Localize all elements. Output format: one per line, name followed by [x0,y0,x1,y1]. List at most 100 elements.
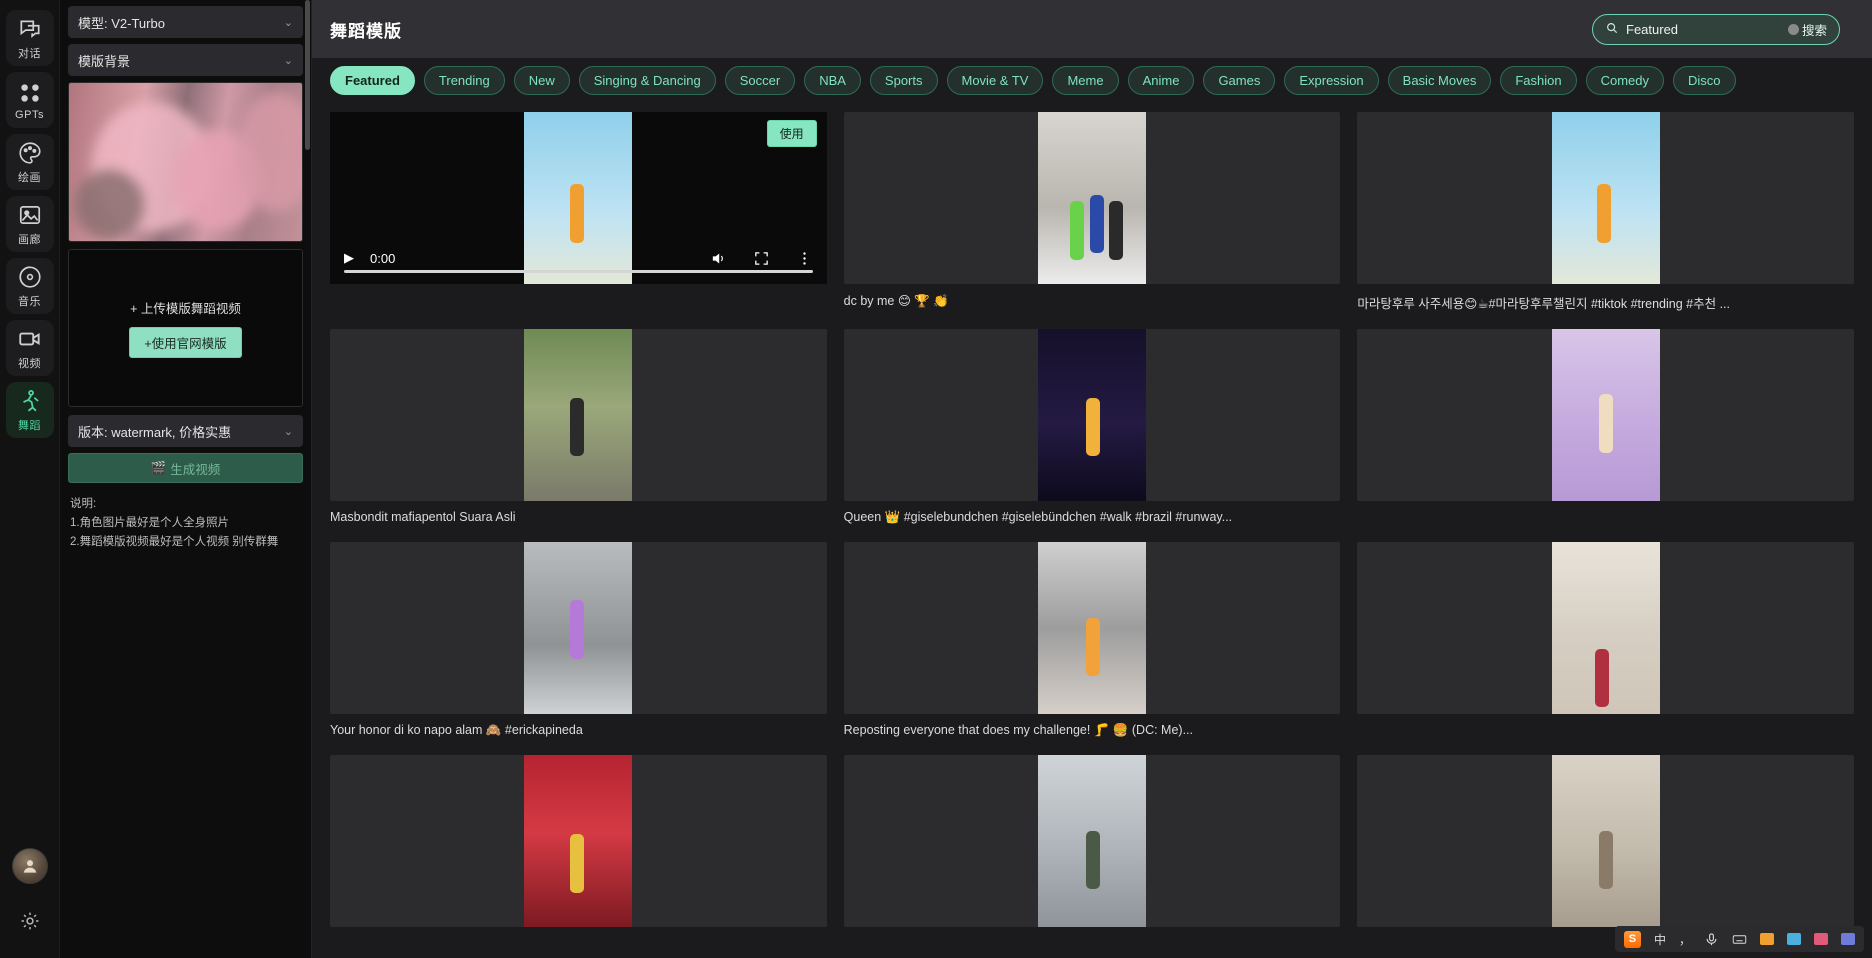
thumbnail-image [524,755,632,927]
tab-meme[interactable]: Meme [1052,66,1118,95]
template-thumbnail[interactable] [844,755,1341,927]
thumbnail-image [1552,542,1660,714]
tab-sports[interactable]: Sports [870,66,938,95]
gpts-icon [17,80,43,106]
instruction-line-2: 2.舞蹈模版视频最好是个人视频 别传群舞 [70,533,303,552]
tab-new[interactable]: New [514,66,570,95]
template-card[interactable]: Queen 👑 #giselebundchen #giselebündchen … [844,329,1341,525]
generate-video-button[interactable]: 🎬 生成视频 [68,453,303,483]
template-thumbnail[interactable] [330,542,827,714]
version-select[interactable]: 版本: watermark, 价格实惠 ⌄ [68,415,303,447]
sidebar-label-drawing: 绘画 [18,169,41,185]
volume-icon[interactable] [710,250,727,267]
more-vertical-icon[interactable] [796,250,813,267]
tab-soccer[interactable]: Soccer [725,66,795,95]
template-card[interactable] [1357,329,1854,525]
sidebar-item-dance[interactable]: 舞蹈 [6,382,54,438]
template-card[interactable] [1357,542,1854,738]
search-button[interactable]: 搜索 [1788,20,1835,39]
sidebar-item-gpts[interactable]: GPTs [6,72,54,128]
sidebar-label-gallery: 画廊 [18,231,41,247]
template-grid: 使用 ▶ 0:00 dc by me 😊 🏆 👏 마라탕후루 사주세용😊☕#마라탕후루챌… [330,112,1854,936]
apps-icon[interactable] [1841,933,1855,945]
tab-disco[interactable]: Disco [1673,66,1736,95]
player-time: 0:00 [370,251,395,266]
tab-featured[interactable]: Featured [330,66,415,95]
template-thumbnail[interactable] [1357,755,1854,927]
emoji-icon[interactable] [1787,933,1801,945]
ime-punctuation-toggle[interactable]: ， [1679,931,1691,948]
search-bar[interactable]: 搜索 [1592,14,1840,45]
thumbnail-image [524,329,632,501]
main-content: 舞蹈模版 搜索 FeaturedTrendingNewSinging & Dan… [312,0,1872,958]
background-select[interactable]: 模版背景 ⌄ [68,44,303,76]
category-tabs: Featured Trending New Singing & Dancing Socc… [330,66,1872,95]
tab-basic-moves[interactable]: Basic Moves [1388,66,1492,95]
settings-panel: 模型: V2-Turbo ⌄ 模版背景 ⌄ + 上传模版舞蹈视频 +使用官网模版… [60,0,312,958]
use-template-button[interactable]: 使用 [767,120,817,147]
thumbnail-figure [1086,618,1100,676]
template-grid-scroll[interactable]: 使用 ▶ 0:00 dc by me 😊 🏆 👏 마라탕후루 사주세용😊☕#마라탕후루챌… [312,106,1872,958]
avatar[interactable] [12,848,48,884]
toolbox-icon[interactable] [1760,933,1774,945]
template-thumbnail[interactable] [844,329,1341,501]
tab-singing-dancing[interactable]: Singing & Dancing [579,66,716,95]
sidebar-item-gallery[interactable]: 画廊 [6,196,54,252]
tab-trending[interactable]: Trending [424,66,505,95]
chat-icon [17,16,43,42]
tab-games[interactable]: Games [1203,66,1275,95]
sidebar-item-music[interactable]: 音乐 [6,258,54,314]
sidebar-item-video[interactable]: 视频 [6,320,54,376]
template-thumbnail[interactable] [1357,112,1854,284]
sidebar-item-chat[interactable]: 对话 [6,10,54,66]
settings-button[interactable] [19,910,41,932]
template-card[interactable]: Your honor di ko napo alam 🙈 #erickapine… [330,542,827,738]
thumbnail-image [1038,112,1146,284]
skin-icon[interactable] [1814,933,1828,945]
template-caption: Queen 👑 #giselebundchen #giselebündchen … [844,510,1341,525]
tab-movie-tv[interactable]: Movie & TV [947,66,1044,95]
template-thumbnail[interactable] [844,112,1341,284]
template-thumbnail[interactable] [330,755,827,927]
template-card[interactable]: dc by me 😊 🏆 👏 [844,112,1341,312]
video-player[interactable]: 使用 ▶ 0:00 [330,112,827,284]
mic-icon[interactable] [1704,932,1719,947]
keyboard-icon[interactable] [1732,932,1747,947]
sidebar-label-gpts: GPTs [15,109,44,121]
template-card[interactable]: Reposting everyone that does my challeng… [844,542,1341,738]
template-caption: dc by me 😊 🏆 👏 [844,293,1341,309]
search-input[interactable] [1626,22,1781,37]
panel-scrollbar[interactable] [305,0,310,150]
ime-toolbar[interactable]: S 中 ， [1615,926,1864,952]
template-thumbnail[interactable] [1357,542,1854,714]
template-thumbnail[interactable] [844,542,1341,714]
player-progress-bar[interactable] [344,270,813,273]
tab-expression[interactable]: Expression [1284,66,1378,95]
tab-nba[interactable]: NBA [804,66,861,95]
template-card[interactable]: Masbondit mafiapentol Suara Asli [330,329,827,525]
fullscreen-icon[interactable] [753,250,770,267]
tab-comedy[interactable]: Comedy [1586,66,1664,95]
use-official-template-button[interactable]: +使用官网模版 [129,327,241,358]
template-card[interactable]: 使用 ▶ 0:00 [330,112,827,312]
thumbnail-figure [1086,398,1100,456]
tab-anime[interactable]: Anime [1128,66,1195,95]
template-thumbnail[interactable] [330,329,827,501]
sogou-icon[interactable]: S [1624,931,1641,948]
model-select[interactable]: 模型: V2-Turbo ⌄ [68,6,303,38]
model-select-value: 模型: V2-Turbo [78,13,165,32]
upload-template-video-dropzone[interactable]: + 上传模版舞蹈视频 +使用官网模版 [68,249,303,407]
thumbnail-figure [570,398,584,456]
thumbnail-figure [1109,201,1123,259]
template-card[interactable]: 마라탕후루 사주세용😊☕#마라탕후루챌린지 #tiktok #trending … [1357,112,1854,312]
sidebar-item-drawing[interactable]: 绘画 [6,134,54,190]
template-card[interactable] [844,755,1341,936]
template-card[interactable] [1357,755,1854,936]
play-icon[interactable]: ▶ [344,250,354,266]
template-thumbnail[interactable] [1357,329,1854,501]
thumbnail-figure [1070,201,1084,259]
template-card[interactable] [330,755,827,936]
tab-fashion[interactable]: Fashion [1500,66,1576,95]
ime-lang-toggle[interactable]: 中 [1654,931,1666,948]
character-image-preview[interactable] [68,82,303,242]
